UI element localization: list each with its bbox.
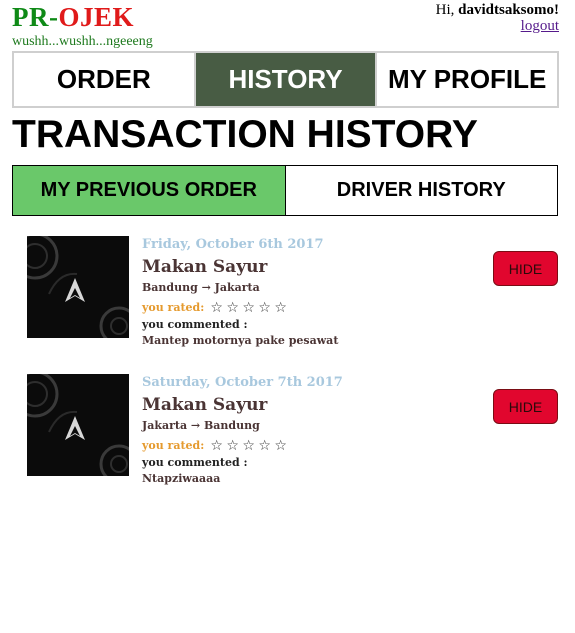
logo-text-ojek: OJEK xyxy=(58,2,135,32)
order-date: Saturday, October 7th 2017 xyxy=(142,375,343,390)
main-nav: ORDER HISTORY MY PROFILE xyxy=(12,51,559,108)
rated-label: you rated: xyxy=(142,439,205,452)
subtab-driver-history[interactable]: DRIVER HISTORY xyxy=(285,165,558,216)
empty-star-icon: ☆ xyxy=(258,438,271,454)
rating-stars: ☆ ☆ ☆ ☆ ☆ xyxy=(210,437,290,455)
app-logo[interactable]: PR-OJEK xyxy=(12,2,134,32)
empty-star-icon: ☆ xyxy=(226,300,239,316)
username: davidtsaksomo! xyxy=(458,2,559,18)
driver-photo xyxy=(27,374,129,476)
order-date: Friday, October 6th 2017 xyxy=(142,237,324,252)
order-route: Jakarta → Bandung xyxy=(142,419,260,432)
tab-order[interactable]: ORDER xyxy=(14,53,194,106)
rating-row: you rated: ☆ ☆ ☆ ☆ ☆ xyxy=(142,437,343,455)
order-comment: Mantep motornya pake pesawat xyxy=(142,334,339,347)
greeting-prefix: Hi, xyxy=(435,2,459,18)
order-route: Bandung → Jakarta xyxy=(142,281,260,294)
history-subtabs: MY PREVIOUS ORDER DRIVER HISTORY xyxy=(12,165,558,216)
hide-button[interactable]: HIDE xyxy=(493,389,558,424)
logo-text-dash: - xyxy=(49,2,59,32)
empty-star-icon: ☆ xyxy=(258,300,271,316)
tagline: wushh...wushh...ngeeeng xyxy=(12,34,153,49)
order-comment: Ntapziwaaaa xyxy=(142,472,221,485)
rating-stars: ☆ ☆ ☆ ☆ ☆ xyxy=(210,299,290,317)
rating-row: you rated: ☆ ☆ ☆ ☆ ☆ xyxy=(142,299,338,317)
empty-star-icon: ☆ xyxy=(226,438,239,454)
page-title: TRANSACTION HISTORY xyxy=(12,113,478,156)
subtab-my-previous-order[interactable]: MY PREVIOUS ORDER xyxy=(12,165,286,216)
tab-my-profile[interactable]: MY PROFILE xyxy=(375,53,557,106)
comment-label: you commented : xyxy=(142,456,248,469)
order-driver-name: Makan Sayur xyxy=(142,257,268,277)
tab-history[interactable]: HISTORY xyxy=(193,53,376,106)
empty-star-icon: ☆ xyxy=(242,438,255,454)
logout-link[interactable]: logout xyxy=(521,18,559,35)
order-item: Saturday, October 7th 2017 Makan Sayur J… xyxy=(27,374,558,489)
order-item: Friday, October 6th 2017 Makan Sayur Ban… xyxy=(27,236,558,351)
empty-star-icon: ☆ xyxy=(274,438,287,454)
rated-label: you rated: xyxy=(142,301,205,314)
empty-star-icon: ☆ xyxy=(210,300,223,316)
order-driver-name: Makan Sayur xyxy=(142,395,268,415)
driver-photo xyxy=(27,236,129,338)
comment-label: you commented : xyxy=(142,318,248,331)
user-greeting: Hi, davidtsaksomo! xyxy=(436,2,559,19)
hide-button[interactable]: HIDE xyxy=(493,251,558,286)
empty-star-icon: ☆ xyxy=(274,300,287,316)
empty-star-icon: ☆ xyxy=(242,300,255,316)
empty-star-icon: ☆ xyxy=(210,438,223,454)
logo-text-pr: PR xyxy=(12,2,49,32)
order-info: Saturday, October 7th 2017 Makan Sayur J… xyxy=(142,374,343,487)
order-info: Friday, October 6th 2017 Makan Sayur Ban… xyxy=(142,236,338,349)
